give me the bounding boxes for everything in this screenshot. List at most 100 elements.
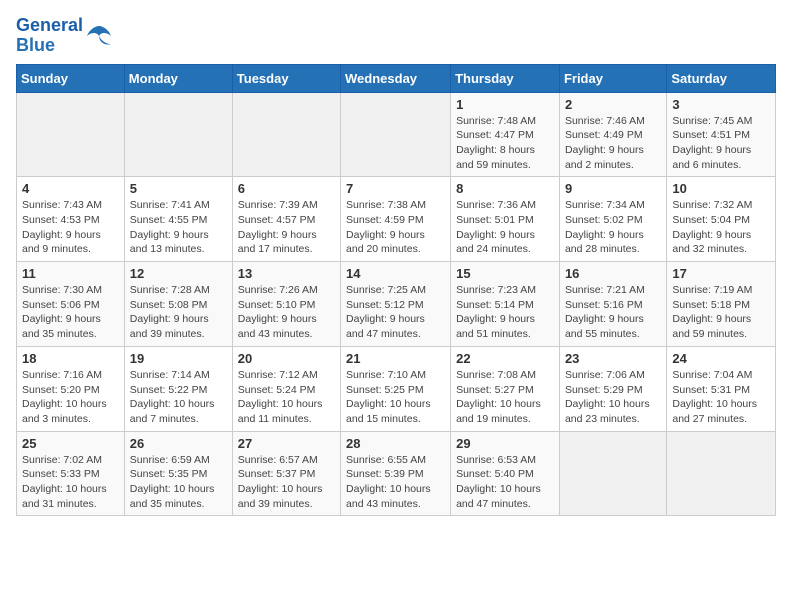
day-info: Sunrise: 7:38 AMSunset: 4:59 PMDaylight:… <box>346 198 445 257</box>
calendar-cell: 23 Sunrise: 7:06 AMSunset: 5:29 PMDayligh… <box>559 346 666 431</box>
day-of-week-header: Tuesday <box>232 64 340 92</box>
calendar-cell <box>667 431 776 516</box>
day-number: 16 <box>565 266 661 281</box>
day-number: 27 <box>238 436 335 451</box>
page-header: General Blue <box>16 16 776 56</box>
day-number: 23 <box>565 351 661 366</box>
day-info: Sunrise: 7:16 AMSunset: 5:20 PMDaylight:… <box>22 368 119 427</box>
day-of-week-header: Sunday <box>17 64 125 92</box>
day-info: Sunrise: 7:12 AMSunset: 5:24 PMDaylight:… <box>238 368 335 427</box>
day-number: 1 <box>456 97 554 112</box>
day-info: Sunrise: 6:55 AMSunset: 5:39 PMDaylight:… <box>346 453 445 512</box>
day-of-week-header: Wednesday <box>341 64 451 92</box>
day-info: Sunrise: 7:45 AMSunset: 4:51 PMDaylight:… <box>672 114 770 173</box>
day-number: 28 <box>346 436 445 451</box>
day-info: Sunrise: 7:34 AMSunset: 5:02 PMDaylight:… <box>565 198 661 257</box>
day-info: Sunrise: 7:02 AMSunset: 5:33 PMDaylight:… <box>22 453 119 512</box>
calendar-cell: 21Sunrise: 7:10 AMSunset: 5:25 PMDayligh… <box>341 346 451 431</box>
day-info: Sunrise: 6:53 AMSunset: 5:40 PMDaylight:… <box>456 453 554 512</box>
day-info: Sunrise: 6:59 AMSunset: 5:35 PMDaylight:… <box>130 453 227 512</box>
day-info: Sunrise: 7:43 AMSunset: 4:53 PMDaylight:… <box>22 198 119 257</box>
calendar-cell: 24 Sunrise: 7:04 AMSunset: 5:31 PMDayligh… <box>667 346 776 431</box>
day-info: Sunrise: 7:10 AMSunset: 5:25 PMDaylight:… <box>346 368 445 427</box>
calendar-cell: 28 Sunrise: 6:55 AMSunset: 5:39 PMDayligh… <box>341 431 451 516</box>
day-info: Sunrise: 7:32 AMSunset: 5:04 PMDaylight:… <box>672 198 770 257</box>
calendar-cell: 10 Sunrise: 7:32 AMSunset: 5:04 PMDayligh… <box>667 177 776 262</box>
day-info: Sunrise: 7:06 AMSunset: 5:29 PMDaylight:… <box>565 368 661 427</box>
day-number: 11 <box>22 266 119 281</box>
day-number: 19 <box>130 351 227 366</box>
logo: General Blue <box>16 16 113 56</box>
day-number: 7 <box>346 181 445 196</box>
calendar-cell <box>341 92 451 177</box>
day-info: Sunrise: 7:48 AMSunset: 4:47 PMDaylight:… <box>456 114 554 173</box>
calendar-cell <box>124 92 232 177</box>
calendar-cell: 2Sunrise: 7:46 AMSunset: 4:49 PMDaylight… <box>559 92 666 177</box>
day-number: 18 <box>22 351 119 366</box>
calendar-cell: 8 Sunrise: 7:36 AMSunset: 5:01 PMDaylight… <box>451 177 560 262</box>
day-number: 10 <box>672 181 770 196</box>
calendar-cell: 1 Sunrise: 7:48 AMSunset: 4:47 PMDaylight… <box>451 92 560 177</box>
calendar-cell <box>232 92 340 177</box>
calendar-table: SundayMondayTuesdayWednesdayThursdayFrid… <box>16 64 776 517</box>
calendar-cell: 29 Sunrise: 6:53 AMSunset: 5:40 PMDayligh… <box>451 431 560 516</box>
day-of-week-header: Thursday <box>451 64 560 92</box>
calendar-cell: 18 Sunrise: 7:16 AMSunset: 5:20 PMDayligh… <box>17 346 125 431</box>
day-of-week-header: Saturday <box>667 64 776 92</box>
calendar-week-row: 11 Sunrise: 7:30 AMSunset: 5:06 PMDayligh… <box>17 262 776 347</box>
day-info: Sunrise: 7:30 AMSunset: 5:06 PMDaylight:… <box>22 283 119 342</box>
calendar-cell: 7 Sunrise: 7:38 AMSunset: 4:59 PMDaylight… <box>341 177 451 262</box>
day-number: 26 <box>130 436 227 451</box>
day-info: Sunrise: 7:21 AMSunset: 5:16 PMDaylight:… <box>565 283 661 342</box>
calendar-header-row: SundayMondayTuesdayWednesdayThursdayFrid… <box>17 64 776 92</box>
day-number: 15 <box>456 266 554 281</box>
calendar-cell: 4 Sunrise: 7:43 AMSunset: 4:53 PMDaylight… <box>17 177 125 262</box>
day-info: Sunrise: 7:14 AMSunset: 5:22 PMDaylight:… <box>130 368 227 427</box>
day-number: 25 <box>22 436 119 451</box>
calendar-cell: 17Sunrise: 7:19 AMSunset: 5:18 PMDayligh… <box>667 262 776 347</box>
calendar-cell: 9 Sunrise: 7:34 AMSunset: 5:02 PMDaylight… <box>559 177 666 262</box>
calendar-week-row: 4 Sunrise: 7:43 AMSunset: 4:53 PMDaylight… <box>17 177 776 262</box>
day-of-week-header: Monday <box>124 64 232 92</box>
day-number: 6 <box>238 181 335 196</box>
day-info: Sunrise: 7:46 AMSunset: 4:49 PMDaylight:… <box>565 114 661 173</box>
day-info: Sunrise: 7:08 AMSunset: 5:27 PMDaylight:… <box>456 368 554 427</box>
logo-text: General Blue <box>16 16 83 56</box>
day-info: Sunrise: 7:39 AMSunset: 4:57 PMDaylight:… <box>238 198 335 257</box>
day-number: 8 <box>456 181 554 196</box>
day-number: 9 <box>565 181 661 196</box>
calendar-week-row: 25 Sunrise: 7:02 AMSunset: 5:33 PMDayligh… <box>17 431 776 516</box>
calendar-cell: 27 Sunrise: 6:57 AMSunset: 5:37 PMDayligh… <box>232 431 340 516</box>
day-number: 5 <box>130 181 227 196</box>
calendar-cell: 22 Sunrise: 7:08 AMSunset: 5:27 PMDayligh… <box>451 346 560 431</box>
day-info: Sunrise: 7:36 AMSunset: 5:01 PMDaylight:… <box>456 198 554 257</box>
day-info: Sunrise: 6:57 AMSunset: 5:37 PMDaylight:… <box>238 453 335 512</box>
calendar-week-row: 1 Sunrise: 7:48 AMSunset: 4:47 PMDaylight… <box>17 92 776 177</box>
day-number: 4 <box>22 181 119 196</box>
calendar-cell: 20Sunrise: 7:12 AMSunset: 5:24 PMDayligh… <box>232 346 340 431</box>
day-number: 3 <box>672 97 770 112</box>
calendar-cell: 14 Sunrise: 7:25 AMSunset: 5:12 PMDayligh… <box>341 262 451 347</box>
calendar-cell: 25 Sunrise: 7:02 AMSunset: 5:33 PMDayligh… <box>17 431 125 516</box>
calendar-cell: 11 Sunrise: 7:30 AMSunset: 5:06 PMDayligh… <box>17 262 125 347</box>
calendar-cell: 13Sunrise: 7:26 AMSunset: 5:10 PMDayligh… <box>232 262 340 347</box>
day-number: 22 <box>456 351 554 366</box>
logo-bird-icon <box>85 22 113 50</box>
day-info: Sunrise: 7:19 AMSunset: 5:18 PMDaylight:… <box>672 283 770 342</box>
day-number: 29 <box>456 436 554 451</box>
calendar-cell: 19 Sunrise: 7:14 AMSunset: 5:22 PMDayligh… <box>124 346 232 431</box>
calendar-week-row: 18 Sunrise: 7:16 AMSunset: 5:20 PMDayligh… <box>17 346 776 431</box>
day-info: Sunrise: 7:25 AMSunset: 5:12 PMDaylight:… <box>346 283 445 342</box>
day-info: Sunrise: 7:41 AMSunset: 4:55 PMDaylight:… <box>130 198 227 257</box>
calendar-cell <box>559 431 666 516</box>
day-number: 24 <box>672 351 770 366</box>
day-info: Sunrise: 7:23 AMSunset: 5:14 PMDaylight:… <box>456 283 554 342</box>
calendar-cell: 15 Sunrise: 7:23 AMSunset: 5:14 PMDayligh… <box>451 262 560 347</box>
calendar-cell: 3 Sunrise: 7:45 AMSunset: 4:51 PMDaylight… <box>667 92 776 177</box>
calendar-cell <box>17 92 125 177</box>
day-number: 12 <box>130 266 227 281</box>
day-number: 14 <box>346 266 445 281</box>
calendar-cell: 12 Sunrise: 7:28 AMSunset: 5:08 PMDayligh… <box>124 262 232 347</box>
day-info: Sunrise: 7:04 AMSunset: 5:31 PMDaylight:… <box>672 368 770 427</box>
day-info: Sunrise: 7:28 AMSunset: 5:08 PMDaylight:… <box>130 283 227 342</box>
